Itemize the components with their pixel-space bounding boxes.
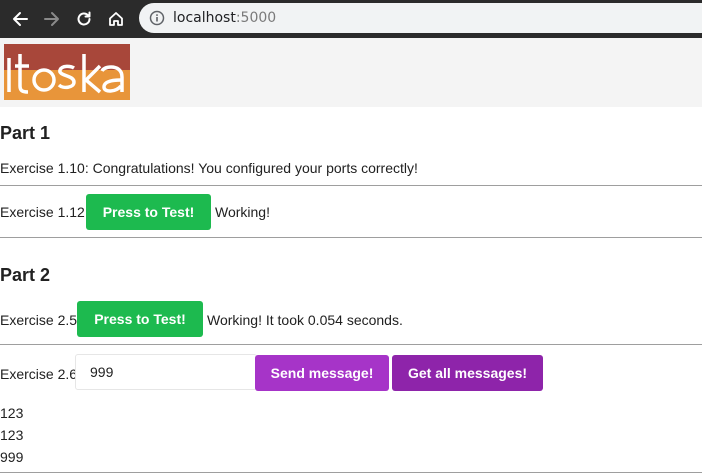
address-bar[interactable]: localhost:5000 (139, 3, 702, 33)
url-text: localhost:5000 (173, 9, 276, 27)
site-header (0, 38, 702, 107)
divider (0, 185, 702, 186)
part2-heading: Part 2 (0, 265, 51, 285)
exercise-1-12-label: Exercise 1.12: (0, 204, 89, 220)
back-icon[interactable] (8, 7, 32, 31)
message-input[interactable]: 999 (75, 354, 257, 390)
part1-heading: Part 1 (0, 123, 51, 143)
ex25-test-button[interactable]: Press to Test! (77, 301, 203, 337)
send-message-button[interactable]: Send message! (255, 355, 389, 391)
divider (0, 344, 702, 345)
exercise-2-5-result: Working! It took 0.054 seconds. (207, 312, 403, 328)
ex112-test-button[interactable]: Press to Test! (86, 194, 211, 230)
exercise-1-12-result: Working! (215, 204, 270, 220)
url-port: :5000 (235, 10, 277, 26)
info-icon[interactable] (149, 10, 165, 26)
exercise-1-10-text: Exercise 1.10: Congratulations! You conf… (0, 160, 418, 176)
message-item: 123 (0, 427, 24, 443)
divider (0, 472, 702, 473)
exercise-2-5-label: Exercise 2.5: (0, 312, 81, 328)
browser-toolbar: localhost:5000 (0, 0, 702, 38)
url-host: localhost (173, 10, 236, 26)
reload-icon[interactable] (72, 7, 96, 31)
get-all-messages-button[interactable]: Get all messages! (392, 355, 543, 391)
home-icon[interactable] (104, 7, 128, 31)
divider (0, 237, 702, 238)
site-logo (4, 44, 130, 100)
exercise-2-6-label: Exercise 2.6: (0, 366, 81, 382)
forward-icon[interactable] (40, 7, 64, 31)
message-item: 999 (0, 449, 24, 465)
message-item: 123 (0, 405, 24, 421)
